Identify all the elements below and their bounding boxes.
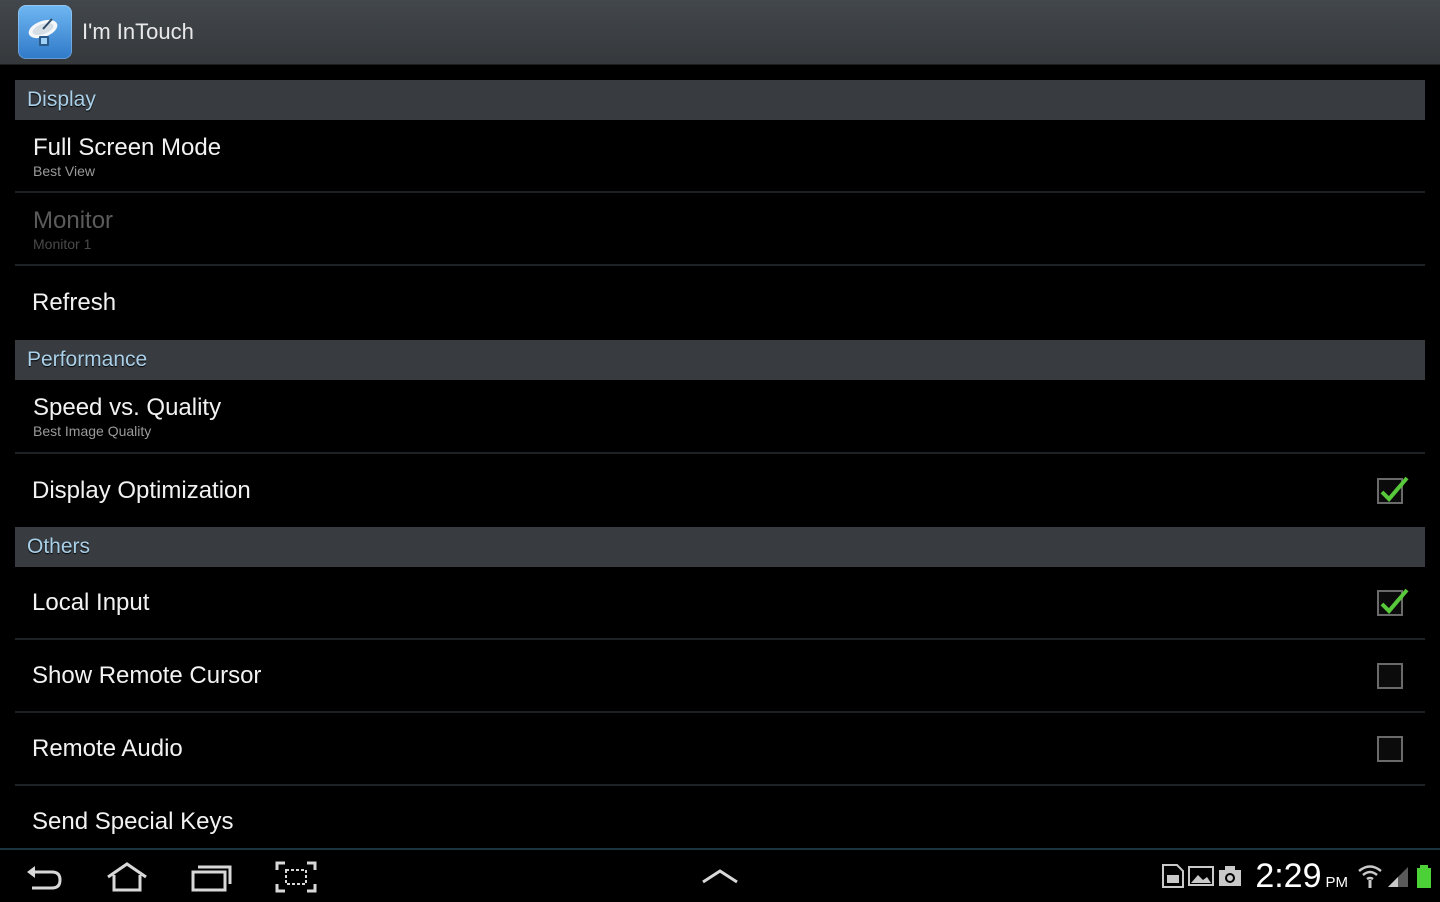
clock-time: 2:29 <box>1255 856 1322 895</box>
signal-icon <box>1388 867 1408 887</box>
check-mark-icon <box>1380 476 1409 502</box>
section-header-others: Others <box>15 527 1425 567</box>
recent-apps-icon[interactable] <box>189 860 233 894</box>
app-title: I'm InTouch <box>82 19 194 44</box>
status-area[interactable]: 2:29 PM <box>1161 850 1440 902</box>
local-input-checkbox[interactable] <box>1377 588 1409 616</box>
setting-refresh[interactable]: Refresh <box>15 266 1425 340</box>
setting-local-input[interactable]: Local Input <box>15 567 1425 640</box>
setting-monitor: Monitor Monitor 1 <box>15 193 1425 266</box>
screenshot-icon[interactable] <box>274 860 318 894</box>
gallery-icon <box>1188 866 1215 886</box>
wifi-icon <box>1358 865 1382 888</box>
setting-speed-vs-quality[interactable]: Speed vs. Quality Best Image Quality <box>15 380 1425 454</box>
setting-remote-audio[interactable]: Remote Audio <box>15 713 1425 786</box>
back-icon[interactable] <box>22 860 66 894</box>
remote-audio-checkbox[interactable] <box>1377 735 1403 762</box>
section-header-performance: Performance <box>15 340 1425 380</box>
satellite-dish-icon[interactable] <box>18 5 72 59</box>
settings-list[interactable]: Display Full Screen Mode Best View Monit… <box>15 80 1425 834</box>
setting-title: Local Input <box>32 588 150 616</box>
setting-title: Monitor <box>33 206 114 234</box>
show-remote-cursor-checkbox[interactable] <box>1377 662 1403 689</box>
system-navigation-bar: 2:29 PM <box>0 848 1440 902</box>
action-bar: I'm InTouch <box>0 0 1440 65</box>
setting-title: Show Remote Cursor <box>32 661 262 689</box>
setting-title: Speed vs. Quality <box>33 394 222 421</box>
setting-title: Refresh <box>32 289 117 316</box>
setting-display-optimization[interactable]: Display Optimization <box>15 454 1425 527</box>
setting-title: Remote Audio <box>32 734 183 762</box>
up-chevron-icon[interactable] <box>698 860 742 894</box>
home-icon[interactable] <box>104 860 148 894</box>
setting-title: Display Optimization <box>32 476 251 504</box>
display-optimization-checkbox[interactable] <box>1377 476 1409 504</box>
camera-icon <box>1219 866 1242 886</box>
section-header-display: Display <box>15 80 1425 120</box>
setting-full-screen-mode[interactable]: Full Screen Mode Best View <box>15 120 1425 193</box>
battery-icon <box>1417 865 1431 888</box>
sd-card-icon <box>1162 864 1185 888</box>
clock-ampm: PM <box>1325 873 1349 891</box>
check-mark-icon <box>1380 588 1409 614</box>
setting-send-special-keys[interactable]: Send Special Keys <box>15 786 1425 834</box>
setting-summary: Best Image Quality <box>33 423 152 439</box>
setting-summary: Monitor 1 <box>33 235 92 252</box>
setting-summary: Best View <box>33 162 95 179</box>
setting-title: Full Screen Mode <box>33 133 222 161</box>
setting-show-remote-cursor[interactable]: Show Remote Cursor <box>15 640 1425 713</box>
